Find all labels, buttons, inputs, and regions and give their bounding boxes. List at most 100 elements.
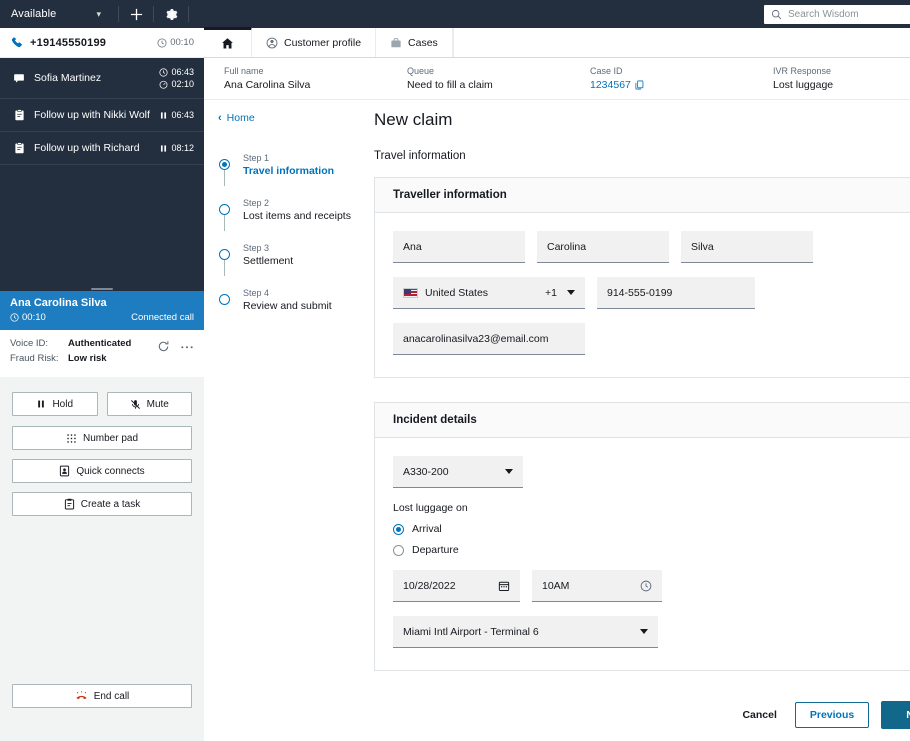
tab-home[interactable] (204, 27, 252, 57)
step-indicator-icon (219, 204, 230, 215)
wizard-step-2[interactable]: Step 2 Lost items and receipts (218, 195, 372, 240)
wizard-step-1[interactable]: Step 1 Travel information (218, 150, 372, 195)
tab-bar-spacer (452, 28, 454, 57)
number-pad-button[interactable]: Number pad (12, 426, 192, 450)
clock-icon (157, 38, 167, 47)
meta-case-id: Case ID 1234567 (590, 66, 773, 91)
list-item-timers: 06:43 02:10 (159, 67, 194, 89)
meta-key: IVR Response (773, 66, 832, 76)
add-icon[interactable] (126, 4, 146, 24)
agent-status-label[interactable]: Available (8, 8, 96, 20)
list-item[interactable]: Follow up with Richard 08:12 (0, 132, 204, 165)
main-region: Search Wisdom ▾ Customer profile Cas (204, 0, 910, 741)
app-top-bar: Search Wisdom ▾ (204, 0, 910, 28)
card-body: Ana Carolina Silva United States +1 914-… (375, 213, 910, 377)
timer-primary-value: 08:12 (171, 143, 194, 153)
wizard-step-4[interactable]: Step 4 Review and submit (218, 285, 372, 312)
country-name-value: United States (425, 286, 489, 299)
calendar-icon[interactable] (498, 580, 510, 592)
meta-ivr-response: IVR Response Lost luggage (773, 66, 910, 91)
card-header: Incident details (375, 403, 910, 438)
search-icon (771, 9, 782, 20)
back-to-home-link[interactable]: ‹ Home (218, 112, 372, 124)
list-item-label: Sofia Martinez (34, 72, 102, 84)
contact-list-empty-space (0, 165, 204, 287)
first-name-input[interactable]: Ana (393, 231, 525, 263)
step-label: Settlement (243, 255, 294, 267)
incident-time-input[interactable]: 10AM (532, 570, 662, 602)
radio-option-label: Arrival (412, 523, 442, 535)
step-indicator-icon (219, 249, 230, 260)
end-call-icon (76, 691, 87, 700)
quick-connects-button[interactable]: Quick connects (12, 459, 192, 483)
search-input[interactable]: Search Wisdom (788, 9, 910, 20)
step-connector (224, 170, 225, 186)
ccp-top-bar: Available ▾ (0, 0, 204, 28)
first-name-value: Ana (403, 240, 422, 253)
meta-value: Lost luggage (773, 79, 834, 91)
wizard-step-3[interactable]: Step 3 Settlement (218, 240, 372, 285)
hold-button-label: Hold (52, 398, 74, 410)
meta-value-link[interactable]: 1234567 (590, 79, 773, 91)
copy-icon[interactable] (635, 80, 644, 90)
mute-button[interactable]: Mute (106, 392, 192, 416)
middle-name-input[interactable]: Carolina (537, 231, 669, 263)
form-footer: Cancel Previous Next (736, 701, 910, 729)
card-header: Traveller information (375, 178, 910, 213)
country-code-select[interactable]: United States +1 (393, 277, 585, 309)
wizard-steps: Step 1 Travel information Step 2 Lost it… (218, 150, 372, 312)
tab-customer-profile[interactable]: Customer profile (252, 28, 377, 57)
gear-icon[interactable] (161, 4, 181, 24)
card-title: Incident details (393, 414, 477, 426)
card-title: Traveller information (393, 189, 507, 201)
step-bullet (218, 195, 231, 231)
meta-key: Full name (224, 66, 264, 76)
attribute-value: Low risk (68, 353, 107, 364)
airport-terminal-select[interactable]: Miami Intl Airport - Terminal 6 (393, 616, 658, 648)
step-connector (224, 215, 225, 231)
next-button[interactable]: Next (881, 701, 910, 729)
task-icon (64, 498, 74, 510)
clock-icon (10, 313, 19, 322)
previous-button[interactable]: Previous (794, 702, 870, 728)
aircraft-select[interactable]: A330-200 (393, 456, 523, 488)
timer-primary: 06:43 (159, 110, 194, 120)
connected-call-banner: Ana Carolina Silva 00:10 Connected call (0, 291, 204, 330)
dialpad-icon (67, 433, 76, 443)
active-call-bar[interactable]: +19145550199 00:10 (0, 28, 204, 58)
phone-icon (10, 36, 23, 49)
more-options-icon[interactable] (180, 340, 194, 353)
radio-option-departure[interactable]: Departure (393, 544, 910, 556)
phone-number-input[interactable]: 914-555-0199 (597, 277, 755, 309)
last-name-input[interactable]: Silva (681, 231, 813, 263)
timer-primary: 06:43 (159, 67, 194, 77)
hold-button[interactable]: Hold (12, 392, 98, 416)
aircraft-value: A330-200 (403, 465, 449, 478)
pause-icon (38, 400, 45, 408)
home-icon (221, 37, 234, 50)
radio-option-arrival[interactable]: Arrival (393, 523, 910, 535)
create-task-button[interactable]: Create a task (12, 492, 192, 516)
chevron-down-icon[interactable]: ▾ (96, 9, 101, 20)
tab-cases[interactable]: Cases (376, 28, 453, 57)
content-region: ‹ Home Step 1 Travel information Step 2 … (204, 100, 910, 741)
incident-date-input[interactable]: 10/28/2022 (393, 570, 520, 602)
list-item[interactable]: Sofia Martinez 06:43 02:10 (0, 58, 204, 99)
connected-call-duration: 00:10 (22, 312, 46, 323)
ccp-panel: Available ▾ +19145550199 00:10 Sofia Mar… (0, 0, 204, 741)
cancel-button[interactable]: Cancel (736, 709, 782, 721)
attribute-key: Fraud Risk: (10, 353, 59, 364)
divider (118, 6, 119, 22)
refresh-icon[interactable] (157, 340, 170, 353)
lost-luggage-on-label: Lost luggage on (393, 502, 468, 514)
step-indicator-icon (219, 294, 230, 305)
end-call-button[interactable]: End call (12, 684, 192, 708)
search-wisdom-box[interactable]: Search Wisdom ▾ (764, 4, 910, 24)
step-number: Step 2 (243, 198, 270, 208)
list-item[interactable]: Follow up with Nikki Wolf 06:43 (0, 99, 204, 132)
email-input[interactable]: anacarolinasilva23@email.com (393, 323, 585, 355)
timer-primary-value: 06:43 (171, 110, 194, 120)
attribute-row: Fraud Risk: Low risk (10, 353, 157, 364)
list-item-timers: 06:43 (159, 110, 194, 120)
clock-icon[interactable] (640, 580, 652, 592)
